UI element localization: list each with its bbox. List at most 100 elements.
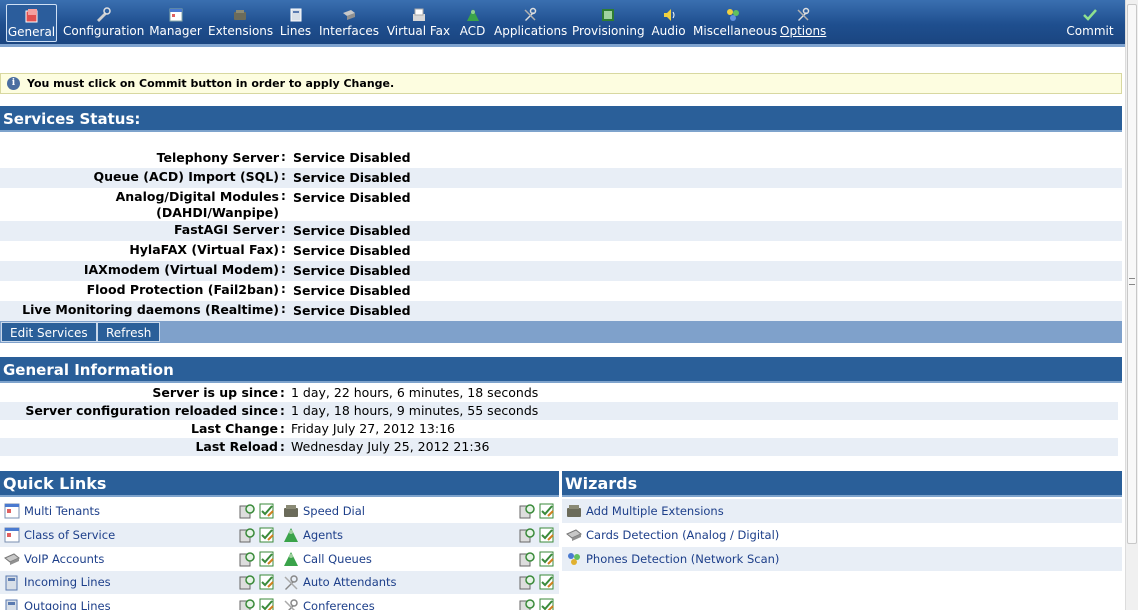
class-of-service-icon [4, 527, 20, 543]
service-name: Queue (ACD) Import (SQL) [93, 169, 279, 184]
view-icon[interactable] [239, 574, 255, 590]
view-icon[interactable] [519, 503, 535, 519]
applications-icon [523, 7, 536, 21]
info-label: Server configuration reloaded since [25, 403, 278, 418]
edit-services-button[interactable]: Edit Services [1, 322, 97, 342]
quick-link-agents[interactable]: Agents [279, 523, 343, 547]
toolbar-provisioning[interactable]: Provisioning [572, 4, 645, 42]
notice-text: You must click on Commit button in order… [27, 77, 395, 90]
service-name: Flood Protection (Fail2ban) [86, 282, 279, 297]
toolbar-lines[interactable]: Lines [279, 4, 312, 42]
view-icon[interactable] [519, 574, 535, 590]
separator: : [281, 242, 286, 256]
service-row: HylaFAX (Virtual Fax) : Service Disabled [0, 241, 1122, 261]
service-row: Queue (ACD) Import (SQL) : Service Disab… [0, 168, 1122, 188]
wizard-row: Phones Detection (Network Scan) [562, 547, 1122, 571]
wizard-phones-detection[interactable]: Phones Detection (Network Scan) [562, 547, 779, 571]
call-queues-icon [284, 552, 298, 566]
toolbar-options[interactable]: Options [780, 4, 826, 42]
toolbar-extensions[interactable]: Extensions [208, 4, 273, 42]
scrollbar-thumb[interactable] [1127, 4, 1137, 544]
toolbar-configuration[interactable]: Configuration [63, 4, 144, 42]
edit-icon[interactable] [539, 598, 555, 610]
add-extensions-icon [567, 505, 581, 517]
toolbar-general[interactable]: General [6, 4, 57, 42]
view-icon[interactable] [239, 527, 255, 543]
toolbar-interfaces[interactable]: Interfaces [319, 4, 379, 42]
edit-icon[interactable] [259, 574, 275, 590]
toolbar-manager[interactable]: Manager [149, 4, 202, 42]
service-status: Service Disabled [293, 283, 411, 298]
service-row: Telephony Server : Service Disabled [0, 148, 1122, 168]
wizard-label: Phones Detection (Network Scan) [586, 552, 780, 566]
service-name-line2: (DAHDI/Wanpipe) [156, 205, 279, 220]
quick-link-conferences[interactable]: Conferences [279, 595, 375, 610]
edit-icon[interactable] [259, 551, 275, 567]
view-icon[interactable] [519, 598, 535, 610]
view-icon[interactable] [519, 527, 535, 543]
info-row: Last Reload : Wednesday July 25, 2012 21… [0, 438, 1118, 456]
info-label: Last Reload [195, 439, 278, 454]
wizard-cards-detection[interactable]: Cards Detection (Analog / Digital) [562, 523, 779, 547]
phones-detection-icon [568, 553, 580, 565]
vertical-scrollbar[interactable] [1125, 0, 1138, 610]
conferences-icon [284, 599, 298, 610]
quick-link-auto-attendants[interactable]: Auto Attendants [279, 571, 397, 594]
service-row: Analog/Digital Modules (DAHDI/Wanpipe) :… [0, 188, 1122, 221]
view-icon[interactable] [239, 598, 255, 610]
info-label: Last Change [191, 421, 278, 436]
quick-link-outgoing-lines[interactable]: Outgoing Lines [0, 595, 111, 610]
service-name: IAXmodem (Virtual Modem) [83, 262, 279, 277]
audio-icon [663, 9, 674, 21]
toolbar-applications[interactable]: Applications [494, 4, 567, 42]
quick-link-row: Outgoing Lines Conferences [0, 594, 559, 610]
auto-attendants-icon [284, 575, 298, 590]
commit-button[interactable]: Commit [1066, 4, 1114, 42]
edit-icon[interactable] [259, 598, 275, 610]
edit-icon[interactable] [539, 574, 555, 590]
quick-link-call-queues[interactable]: Call Queues [279, 547, 372, 571]
check-icon [1083, 9, 1097, 21]
quick-link-class-of-service[interactable]: Class of Service [0, 523, 115, 547]
wizard-row: Add Multiple Extensions [562, 499, 1122, 523]
toolbar-virtual-fax[interactable]: Virtual Fax [386, 4, 451, 42]
toolbar-acd[interactable]: ACD [457, 4, 488, 42]
refresh-button[interactable]: Refresh [97, 322, 161, 342]
general-icon [25, 9, 37, 23]
toolbar-audio[interactable]: Audio [650, 4, 687, 42]
edit-icon[interactable] [259, 503, 275, 519]
quick-link-row: Multi Tenants Speed Dial [0, 499, 559, 523]
speed-dial-icon [284, 505, 298, 517]
quick-link-voip-accounts[interactable]: VoIP Accounts [0, 547, 104, 571]
agents-icon [284, 528, 298, 542]
quick-link-speed-dial[interactable]: Speed Dial [279, 499, 365, 523]
view-icon[interactable] [519, 551, 535, 567]
info-label: Server is up since [152, 385, 278, 400]
view-icon[interactable] [239, 503, 255, 519]
quick-link-label: Speed Dial [303, 504, 365, 518]
services-status-header: Services Status: [0, 106, 1122, 132]
quick-link-label: Class of Service [24, 528, 116, 542]
configuration-icon [97, 7, 111, 22]
general-information-header: General Information [0, 357, 1122, 383]
info-value: 1 day, 18 hours, 9 minutes, 55 seconds [291, 403, 539, 418]
edit-icon[interactable] [539, 551, 555, 567]
wizard-add-multiple-extensions[interactable]: Add Multiple Extensions [562, 499, 724, 523]
edit-icon[interactable] [539, 503, 555, 519]
view-icon[interactable] [239, 551, 255, 567]
outgoing-lines-icon [5, 599, 18, 610]
quick-link-row: Class of Service Agents [0, 523, 559, 547]
service-status: Service Disabled [293, 243, 411, 258]
scrollbar-grip-icon [1129, 278, 1135, 285]
edit-icon[interactable] [259, 527, 275, 543]
quick-link-multi-tenants[interactable]: Multi Tenants [0, 499, 100, 523]
services-button-bar: Edit Services Refresh [0, 321, 1122, 343]
service-status: Service Disabled [293, 303, 411, 318]
edit-icon[interactable] [539, 527, 555, 543]
lines-icon [290, 8, 301, 22]
toolbar-miscellaneous[interactable]: Miscellaneous [693, 4, 777, 42]
service-row: Flood Protection (Fail2ban) : Service Di… [0, 281, 1122, 301]
quick-link-incoming-lines[interactable]: Incoming Lines [0, 571, 111, 594]
separator: : [281, 282, 286, 296]
voip-icon [4, 553, 20, 565]
